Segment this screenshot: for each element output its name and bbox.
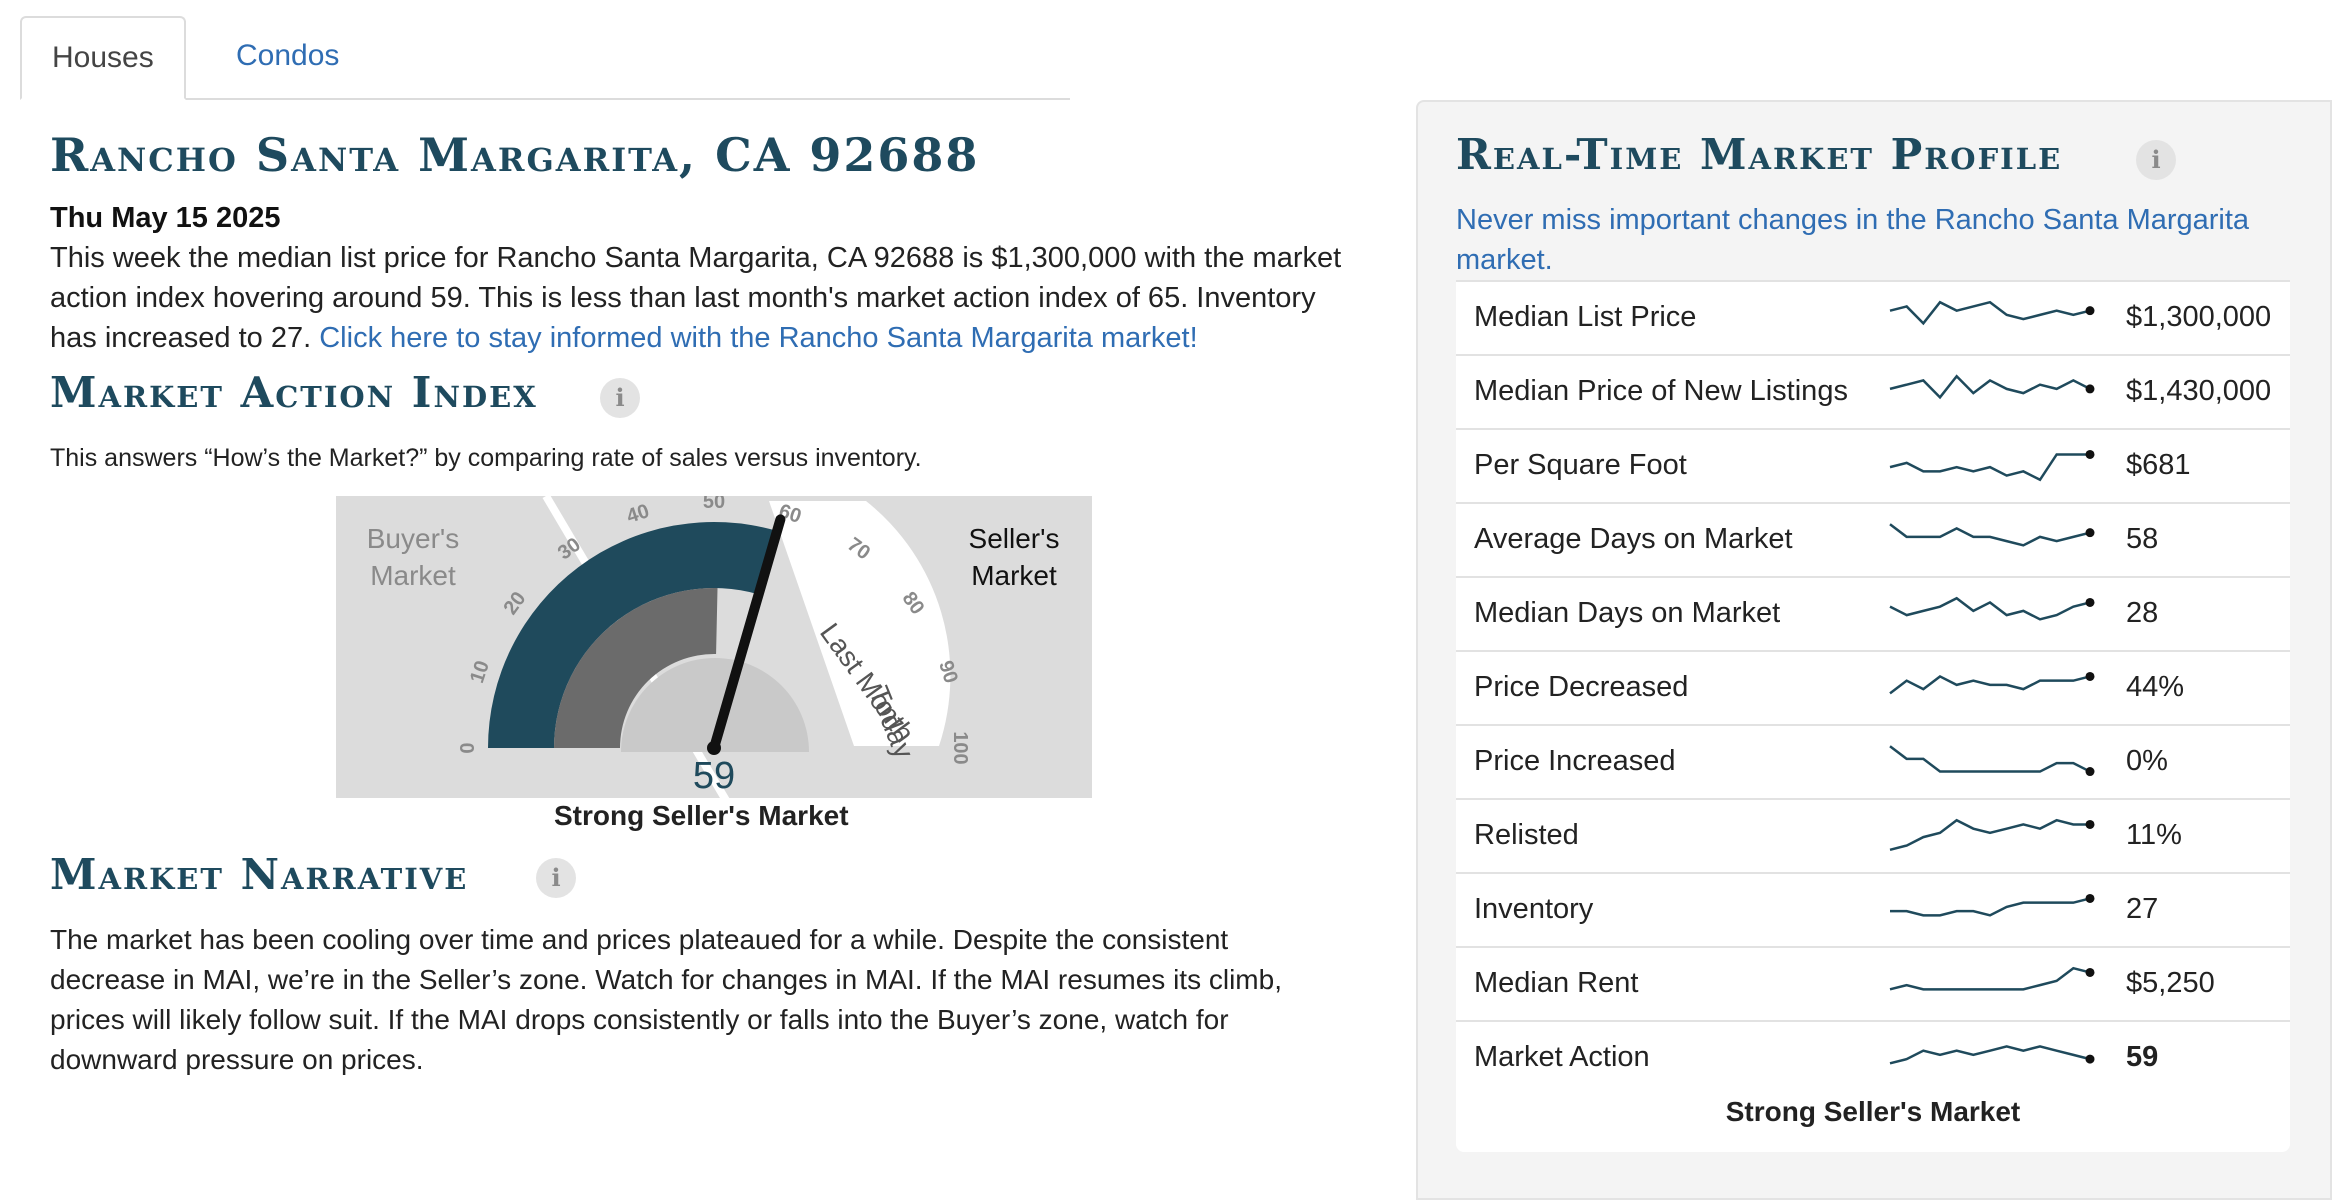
market-action-gauge: Buyer's Market Seller's Market 010203040…	[336, 496, 1092, 802]
market-profile-table: Median List Price $1,300,000 Median Price …	[1456, 280, 2290, 1152]
profile-row-value: 11%	[2126, 819, 2182, 851]
market-profile-info-icon[interactable]: i	[2136, 140, 2176, 180]
market-profile-heading: Real-Time Market Profile	[1456, 130, 2063, 179]
sparkline-line	[1889, 523, 2091, 547]
profile-row-value: $681	[2126, 449, 2191, 481]
profile-row-value: 0%	[2126, 745, 2168, 777]
sparkline-end-dot	[2085, 893, 2095, 903]
profile-row-value: 59	[2126, 1041, 2159, 1073]
mai-description: This answers “How’s the Market?” by comp…	[50, 444, 922, 472]
gauge-value: 59	[693, 755, 735, 797]
sparkline-line	[1889, 674, 2091, 695]
sparkline-line	[1889, 300, 2091, 326]
gauge-caption: Strong Seller's Market	[554, 800, 849, 831]
sparkline-line	[1890, 897, 2091, 917]
narrative-info-icon[interactable]: i	[536, 858, 576, 898]
sparkline-end-dot	[2085, 767, 2095, 777]
profile-row: Per Square Foot $681	[1456, 428, 2290, 501]
profile-row-value: $1,430,000	[2126, 375, 2272, 407]
market-profile-footer: Strong Seller's Market	[1725, 1096, 2021, 1127]
sparkline-line	[1889, 596, 2091, 621]
market-profile-subtitle[interactable]: Never miss important changes in the Ranc…	[1456, 200, 2276, 280]
profile-row: Price Decreased 44%	[1456, 650, 2290, 723]
sparkline-end-dot	[2085, 449, 2095, 459]
profile-row-value: $5,250	[2126, 967, 2215, 999]
profile-row-label: Median List Price	[1474, 301, 1697, 333]
sparkline-end-dot	[2085, 384, 2095, 394]
sparkline-line	[1889, 1045, 2091, 1065]
profile-row-value: 44%	[2126, 671, 2185, 703]
gauge-tick-label: 100	[949, 731, 971, 764]
sparkline-line	[1889, 818, 2090, 851]
sparkline-line	[1889, 745, 2091, 773]
profile-row-label: Relisted	[1474, 819, 1579, 851]
profile-row-label: Average Days on Market	[1474, 523, 1793, 555]
sparkline-line	[1889, 453, 2090, 482]
profile-row-value: $1,300,000	[2126, 301, 2272, 333]
profile-row-sparkline	[1889, 449, 2095, 482]
sparkline-end-dot	[2085, 306, 2095, 316]
market-narrative-text: The market has been cooling over time an…	[50, 924, 1282, 1075]
profile-row-sparkline	[1889, 966, 2095, 991]
profile-row: Average Days on Market 58	[1456, 502, 2290, 575]
gauge-tick-label: 50	[703, 496, 725, 513]
profile-row-label: Median Rent	[1474, 967, 1639, 999]
sparkline-end-dot	[2085, 528, 2095, 538]
profile-row: Median Rent $5,250	[1456, 946, 2290, 1019]
profile-row: Relisted 11%	[1456, 798, 2290, 871]
profile-row-sparkline	[1889, 596, 2095, 621]
profile-row-label: Median Days on Market	[1474, 597, 1781, 629]
profile-row-label: Median Price of New Listings	[1474, 375, 1848, 407]
profile-row: Median Days on Market 28	[1456, 576, 2290, 649]
sellers-market-label-1: Seller's	[969, 523, 1060, 554]
buyers-market-label-2: Market	[370, 560, 456, 591]
stay-informed-link[interactable]: Click here to stay informed with the Ran…	[319, 322, 1197, 354]
profile-row-label: Price Increased	[1474, 745, 1676, 777]
sparkline-end-dot	[2085, 671, 2095, 681]
market-summary: This week the median list price for Ranc…	[50, 238, 1350, 358]
gauge-tick-label: 0	[457, 742, 479, 753]
profile-row-label: Price Decreased	[1474, 671, 1689, 703]
profile-row-sparkline	[1889, 745, 2095, 777]
sparkline-line	[1889, 966, 2091, 991]
profile-row-label: Inventory	[1474, 893, 1594, 925]
profile-row-sparkline	[1889, 374, 2095, 400]
profile-row-sparkline	[1889, 1045, 2095, 1065]
profile-row: Market Action 59	[1456, 1020, 2290, 1093]
profile-row-value: 28	[2126, 597, 2159, 629]
gauge-needle-pivot	[707, 741, 721, 755]
tab-houses[interactable]: Houses	[20, 16, 186, 100]
market-action-index-heading: Market Action Index	[50, 368, 538, 417]
report-date: Thu May 15 2025	[50, 202, 281, 234]
tab-condos[interactable]: Condos	[206, 16, 369, 98]
profile-row: Inventory 27	[1456, 872, 2290, 945]
profile-row: Price Increased 0%	[1456, 724, 2290, 797]
profile-row-sparkline	[1889, 300, 2095, 326]
profile-row-value: 27	[2126, 893, 2159, 925]
sellers-market-label-2: Market	[971, 560, 1057, 591]
profile-row-sparkline	[1890, 893, 2095, 917]
sparkline-end-dot	[2085, 967, 2095, 977]
sparkline-end-dot	[2085, 1054, 2095, 1064]
property-type-tabs: Houses Condos	[20, 16, 1070, 100]
mai-info-icon[interactable]: i	[600, 378, 640, 418]
sparkline-end-dot	[2085, 819, 2095, 829]
profile-row-sparkline	[1889, 671, 2095, 695]
sparkline-end-dot	[2085, 597, 2095, 607]
market-narrative-heading: Market Narrative	[50, 850, 469, 899]
profile-row-label: Market Action	[1474, 1041, 1650, 1073]
profile-row-label: Per Square Foot	[1474, 449, 1687, 481]
profile-row-sparkline	[1889, 523, 2095, 547]
profile-row: Median List Price $1,300,000	[1456, 280, 2290, 353]
page-title: Rancho Santa Margarita, CA 92688	[50, 128, 980, 182]
profile-row-sparkline	[1889, 818, 2095, 851]
sparkline-line	[1889, 374, 2091, 400]
buyers-market-label-1: Buyer's	[367, 523, 460, 554]
profile-row: Median Price of New Listings $1,430,000	[1456, 354, 2290, 427]
profile-row-value: 58	[2126, 523, 2159, 555]
